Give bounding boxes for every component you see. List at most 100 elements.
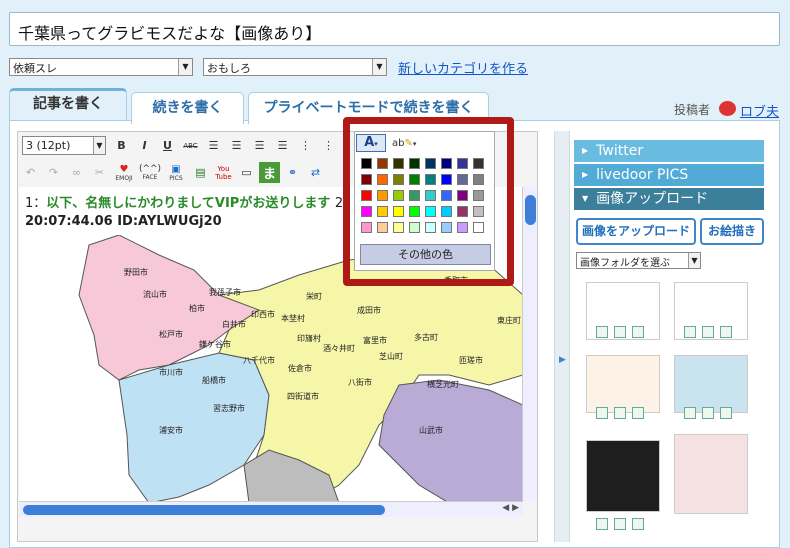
numbered-list-icon[interactable]: ⋮ xyxy=(318,135,339,156)
accordion-image-upload[interactable]: ▼ 画像アップロード xyxy=(574,188,764,210)
color-swatch[interactable] xyxy=(361,158,372,169)
color-swatch[interactable] xyxy=(361,174,372,185)
editor-vscroll[interactable] xyxy=(522,187,537,501)
insert-image-icon[interactable] xyxy=(684,407,696,419)
insert-image-icon[interactable] xyxy=(614,518,626,530)
author-link[interactable]: ロブ夫 xyxy=(740,101,779,120)
sidebar-toggle[interactable]: ▶ xyxy=(554,131,570,542)
pics-button[interactable]: ▣ PICS xyxy=(164,162,188,183)
color-swatch[interactable] xyxy=(409,190,420,201)
color-swatch[interactable] xyxy=(457,206,468,217)
insert-image-icon[interactable] xyxy=(702,326,714,338)
color-swatch[interactable] xyxy=(393,174,404,185)
color-swatch[interactable] xyxy=(361,222,372,233)
color-swatch[interactable] xyxy=(473,174,484,185)
underline-button[interactable]: U xyxy=(157,135,178,156)
color-swatch[interactable] xyxy=(393,222,404,233)
align-right-icon[interactable]: ☰ xyxy=(249,135,270,156)
hscroll-thumb[interactable] xyxy=(23,505,385,515)
color-swatch[interactable] xyxy=(441,222,452,233)
film-icon[interactable]: ▤ xyxy=(190,162,211,183)
vscroll-thumb[interactable] xyxy=(525,195,536,225)
color-swatch[interactable] xyxy=(425,174,436,185)
accordion-twitter[interactable]: ▶ Twitter xyxy=(574,140,764,162)
youtube-button[interactable]: You Tube xyxy=(213,162,234,183)
color-swatch[interactable] xyxy=(457,190,468,201)
insert-image-icon[interactable] xyxy=(614,407,626,419)
ma-button[interactable]: ま xyxy=(259,162,280,183)
color-swatch[interactable] xyxy=(361,190,372,201)
italic-button[interactable]: I xyxy=(134,135,155,156)
new-category-link[interactable]: 新しいカテゴリを作る xyxy=(398,58,528,77)
emoji-button[interactable]: ♥ EMOJI xyxy=(112,162,136,183)
align-center-icon[interactable]: ☰ xyxy=(226,135,247,156)
color-swatch[interactable] xyxy=(409,158,420,169)
thumbnail-5[interactable] xyxy=(586,440,660,512)
color-swatch[interactable] xyxy=(361,206,372,217)
strikethrough-button[interactable]: ABC xyxy=(180,135,201,156)
color-swatch[interactable] xyxy=(441,206,452,217)
color-swatch[interactable] xyxy=(441,190,452,201)
font-size-select[interactable]: 3 (12pt) ▼ xyxy=(22,136,106,155)
color-swatch[interactable] xyxy=(425,206,436,217)
insert-image-icon[interactable] xyxy=(596,407,608,419)
align-justify-icon[interactable]: ☰ xyxy=(272,135,293,156)
color-swatch[interactable] xyxy=(377,158,388,169)
category-select-1[interactable]: 依頼スレ ▼ xyxy=(9,58,193,76)
face-button[interactable]: (^^) FACE xyxy=(138,162,162,183)
title-input[interactable]: 千葉県ってグラビモスだよな【画像あり】 xyxy=(9,12,780,46)
insert-image-icon[interactable] xyxy=(632,407,644,419)
thumbnail-6[interactable] xyxy=(674,434,748,514)
category-select-2[interactable]: おもしろ ▼ xyxy=(203,58,387,76)
color-swatch[interactable] xyxy=(457,222,468,233)
scroll-arrows-icon[interactable]: ◀ ▶ xyxy=(502,503,519,513)
thumbnail-3[interactable] xyxy=(586,355,660,413)
insert-image-icon[interactable] xyxy=(596,518,608,530)
bg-color-button[interactable]: ab✎▾ xyxy=(392,138,416,149)
image-folder-select[interactable]: 画像フォルダを選ぶ ▼ xyxy=(576,252,701,269)
tab-continue[interactable]: 続きを書く xyxy=(131,92,244,124)
color-swatch[interactable] xyxy=(377,222,388,233)
color-swatch[interactable] xyxy=(425,222,436,233)
binoculars-icon[interactable]: ⚭ xyxy=(282,162,303,183)
insert-image-icon[interactable] xyxy=(614,326,626,338)
tv-icon[interactable]: ▭ xyxy=(236,162,257,183)
insert-image-icon[interactable] xyxy=(684,326,696,338)
bold-button[interactable]: B xyxy=(111,135,132,156)
redo-icon[interactable]: ↷ xyxy=(43,162,64,183)
insert-image-icon[interactable] xyxy=(702,407,714,419)
color-swatch[interactable] xyxy=(409,206,420,217)
other-colors-button[interactable]: その他の色 xyxy=(360,244,491,265)
color-swatch[interactable] xyxy=(457,174,468,185)
link-icon[interactable]: ∞ xyxy=(66,162,87,183)
thumbnail-4[interactable] xyxy=(674,355,748,413)
insert-image-icon[interactable] xyxy=(720,326,732,338)
insert-image-icon[interactable] xyxy=(632,518,644,530)
color-swatch[interactable] xyxy=(409,222,420,233)
color-swatch[interactable] xyxy=(473,190,484,201)
color-swatch[interactable] xyxy=(393,190,404,201)
upload-image-button[interactable]: 画像をアップロード xyxy=(576,218,696,245)
color-swatch[interactable] xyxy=(377,190,388,201)
undo-icon[interactable]: ↶ xyxy=(20,162,41,183)
color-swatch[interactable] xyxy=(377,206,388,217)
align-left-icon[interactable]: ☰ xyxy=(203,135,224,156)
color-swatch[interactable] xyxy=(393,158,404,169)
color-swatch[interactable] xyxy=(393,206,404,217)
accordion-livedoor-pics[interactable]: ▶ livedoor PICS xyxy=(574,164,764,186)
draw-button[interactable]: お絵描き xyxy=(700,218,764,245)
font-color-button[interactable]: A▾ xyxy=(356,134,386,152)
color-swatch[interactable] xyxy=(409,174,420,185)
color-swatch[interactable] xyxy=(377,174,388,185)
insert-image-icon[interactable] xyxy=(632,326,644,338)
tab-write-article[interactable]: 記事を書く xyxy=(9,88,127,120)
color-swatch[interactable] xyxy=(473,158,484,169)
insert-image-icon[interactable] xyxy=(720,407,732,419)
color-swatch[interactable] xyxy=(473,206,484,217)
color-swatch[interactable] xyxy=(425,158,436,169)
color-swatch[interactable] xyxy=(457,158,468,169)
unlink-icon[interactable]: ✂ xyxy=(89,162,110,183)
color-swatch[interactable] xyxy=(473,222,484,233)
color-swatch[interactable] xyxy=(441,174,452,185)
color-swatch[interactable] xyxy=(441,158,452,169)
